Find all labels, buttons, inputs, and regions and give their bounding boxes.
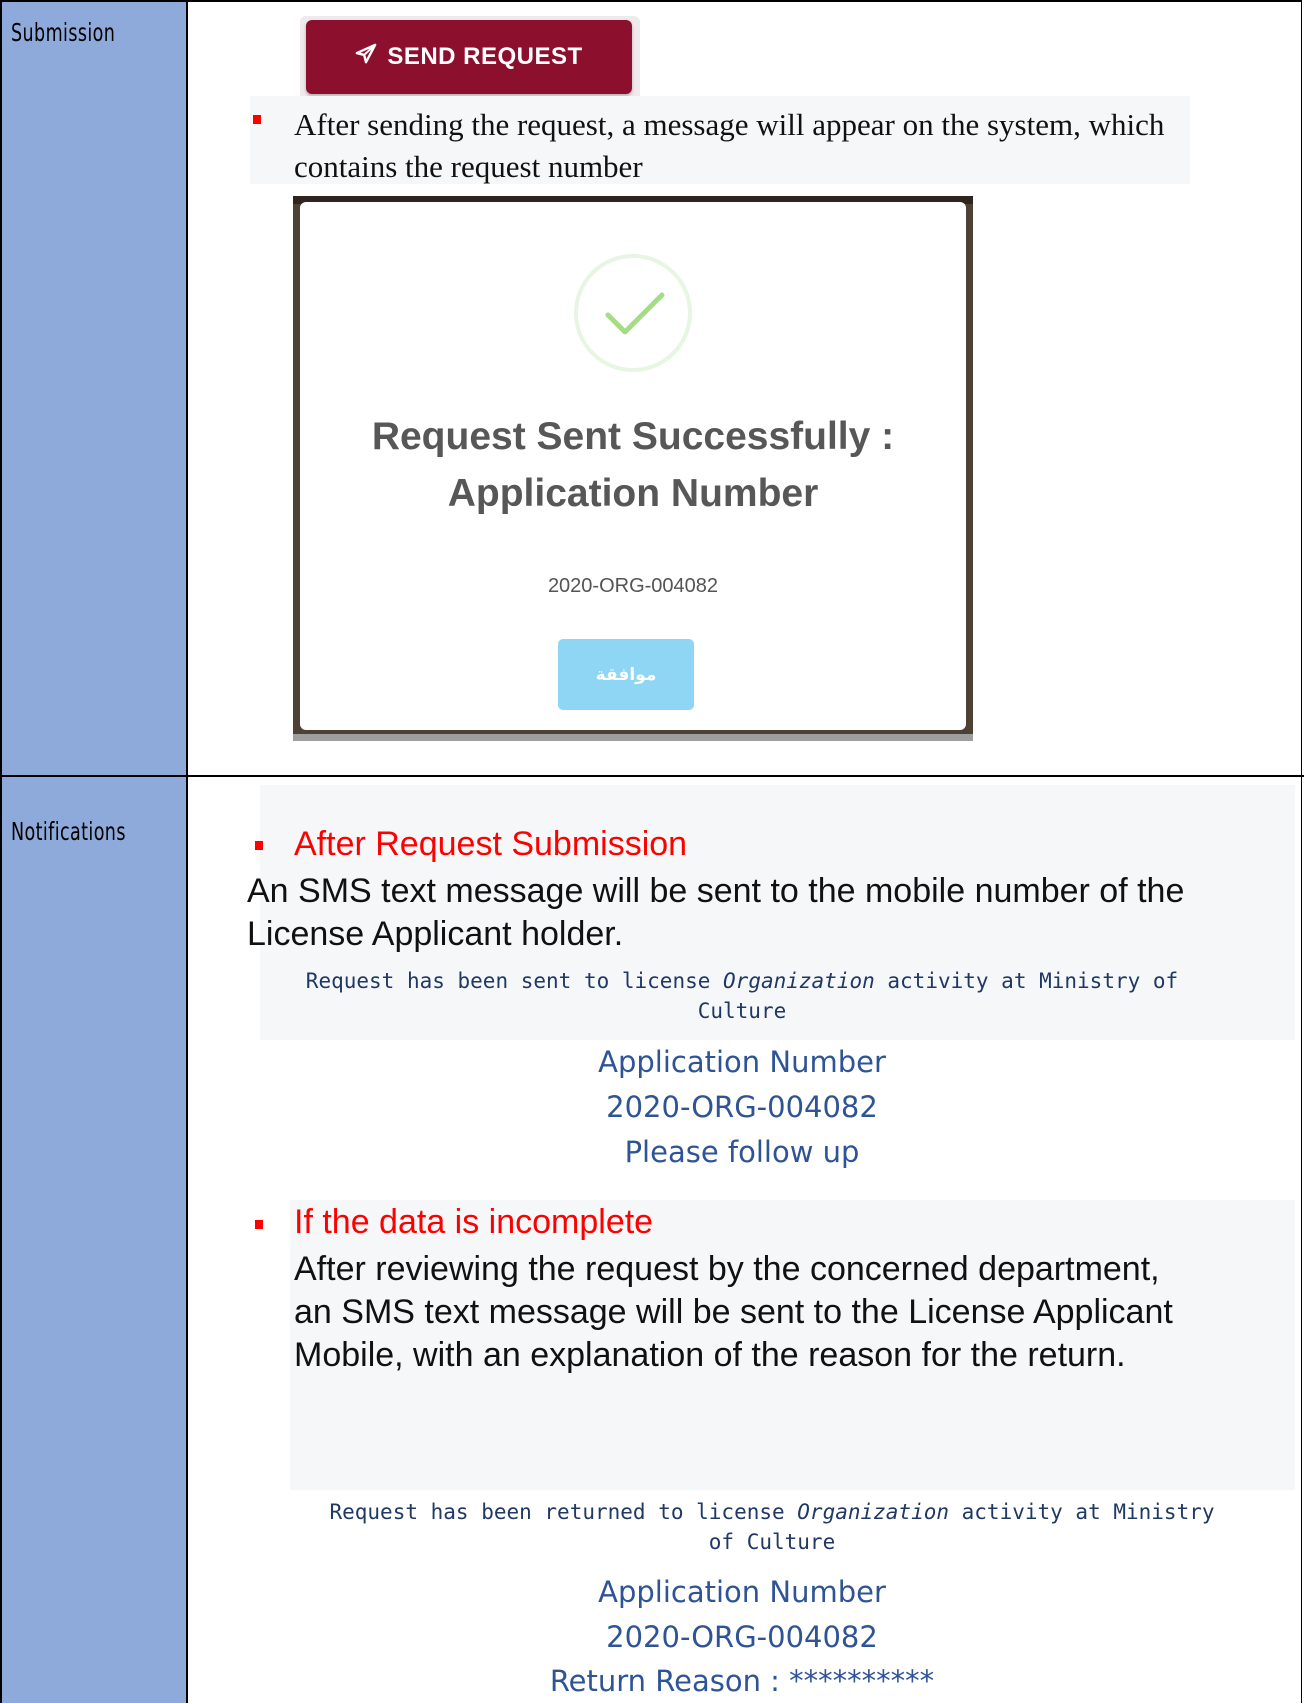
row-divider [0, 775, 1304, 777]
section1-heading: After Request Submission [294, 825, 688, 863]
row-label-cell-submission: Submission [2, 2, 188, 775]
section1-body-line1: An SMS text message will be sent to the … [247, 872, 1185, 910]
modal-ok-button[interactable]: موافقة [558, 639, 694, 710]
modal-application-number: 2020-ORG-004082 [547, 575, 719, 597]
modal-screenshot: Request Sent Successfully : Application … [293, 196, 973, 741]
send-request-label: SEND REQUEST [387, 43, 583, 70]
success-check-icon [574, 254, 692, 372]
sms2-footer: Return Reason : ********** [549, 1664, 935, 1698]
sms1-text-line1: Request has been sent to license Organiz… [305, 969, 1179, 993]
sms1-text-line2: Culture [697, 999, 787, 1023]
success-modal: Request Sent Successfully : Application … [300, 202, 966, 730]
section2-heading: If the data is incomplete [294, 1203, 654, 1241]
bullet [253, 115, 261, 124]
section2-body-line1: After reviewing the request by the conce… [294, 1250, 1160, 1288]
bullet [255, 1220, 263, 1229]
paper-plane-icon [355, 43, 377, 72]
modal-title-line2: Application Number [447, 472, 819, 515]
submission-note-line1: After sending the request, a message wil… [294, 107, 1165, 142]
send-button-frame: SEND REQUEST [300, 16, 640, 102]
sms1-footer: Please follow up [624, 1135, 860, 1169]
bullet [255, 841, 263, 850]
row-label-cell-notifications: Notifications [2, 777, 188, 1703]
section2-body-line3: Mobile, with an explanation of the reaso… [294, 1336, 1126, 1374]
sms2-app-label: Application Number [598, 1575, 886, 1609]
sms2-text-line2: of Culture [708, 1530, 836, 1554]
modal-title-line1: Request Sent Successfully : [371, 415, 895, 458]
row-label-notifications: Notifications [11, 817, 126, 846]
sms1-app-number: 2020-ORG-004082 [606, 1090, 878, 1124]
send-request-button[interactable]: SEND REQUEST [306, 20, 632, 94]
row-label-submission: Submission [11, 18, 116, 47]
section2-body-line2: an SMS text message will be sent to the … [294, 1293, 1173, 1331]
sms2-app-number: 2020-ORG-004082 [606, 1620, 878, 1654]
sms2-text-line1: Request has been returned to license Org… [329, 1500, 1215, 1524]
section1-body-line2: License Applicant holder. [247, 915, 624, 953]
sms1-app-label: Application Number [598, 1045, 886, 1079]
submission-note-line2: contains the request number [294, 149, 643, 184]
